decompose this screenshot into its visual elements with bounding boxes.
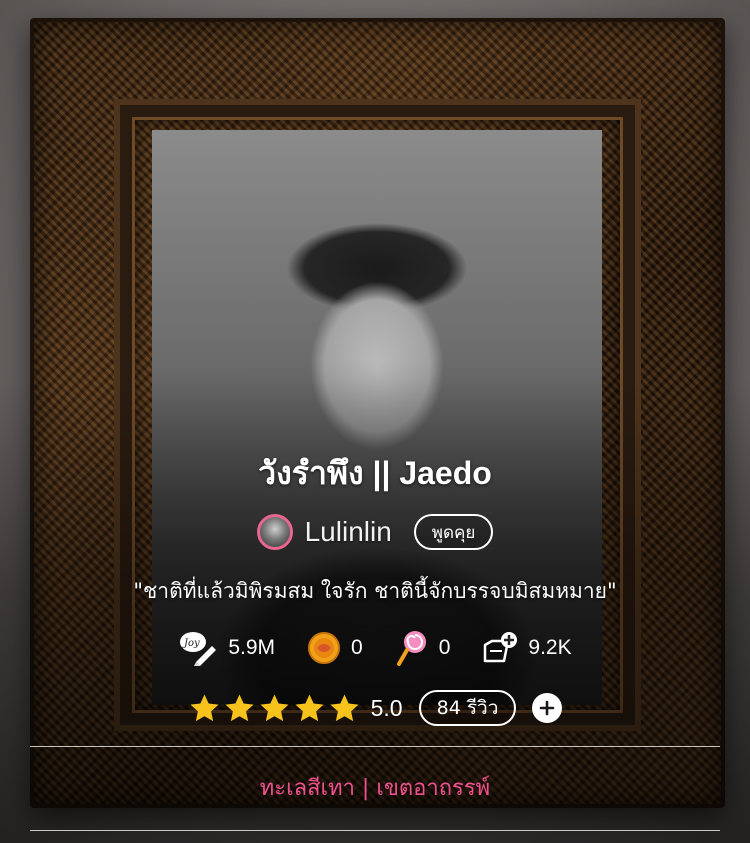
divider-top xyxy=(30,746,720,747)
rating-value: 5.0 xyxy=(370,694,403,721)
star-icon xyxy=(225,693,254,721)
story-category-link[interactable]: ทะเลสีเทา | เขตอาถรรพ์ xyxy=(0,770,750,805)
star-icon xyxy=(190,693,219,721)
plus-circle-icon xyxy=(540,700,555,716)
author-name[interactable]: Lulinlin xyxy=(305,516,392,548)
story-tagline: "ชาติที่แล้วมิพิรมสม ใจรัก ชาตินี้จักบรร… xyxy=(133,579,617,603)
add-review-button[interactable] xyxy=(532,693,563,723)
stat-saves-value: 9.2K xyxy=(528,636,572,659)
joy-pen-icon: Joy xyxy=(178,630,218,666)
author-avatar[interactable] xyxy=(256,514,293,550)
stat-views: Joy 5.9M xyxy=(178,630,275,666)
stat-coins-value: 0 xyxy=(351,636,363,659)
coin-icon xyxy=(307,631,341,665)
library-add-icon xyxy=(482,631,518,665)
stat-views-value: 5.9M xyxy=(228,636,276,659)
chat-button[interactable]: พูดคุย xyxy=(413,514,494,550)
stat-candy: 0 xyxy=(395,630,451,666)
story-title: วังรำพึง || Jaedo xyxy=(258,455,492,491)
divider-bottom xyxy=(30,830,720,831)
stat-coins: 0 xyxy=(307,631,363,665)
star-rating xyxy=(188,692,361,725)
rating-row: 5.0 84 รีวิว xyxy=(0,688,750,728)
star-icon xyxy=(330,693,359,721)
stats-row: Joy 5.9M 0 0 9.2K xyxy=(0,628,750,668)
svg-text:Joy: Joy xyxy=(182,638,200,649)
star-icon xyxy=(295,693,324,721)
author-row: Lulinlin พูดคุย xyxy=(0,512,750,552)
lollipop-icon xyxy=(395,630,429,666)
reviews-button[interactable]: 84 รีวิว xyxy=(418,690,517,726)
stat-candy-value: 0 xyxy=(438,636,451,659)
star-icon xyxy=(260,693,289,721)
stat-saves: 9.2K xyxy=(482,631,572,665)
